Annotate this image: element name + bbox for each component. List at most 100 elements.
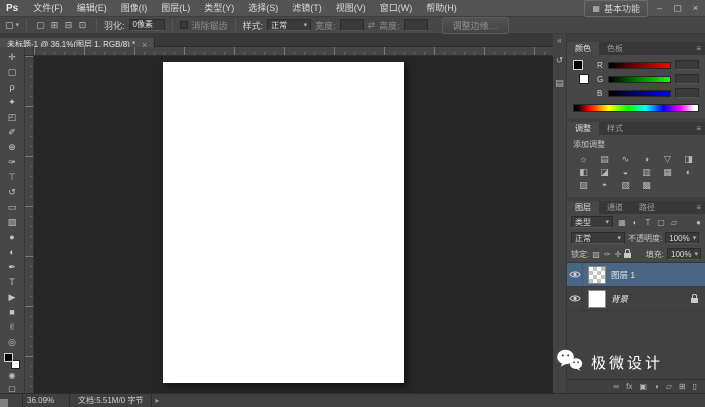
tab-styles[interactable]: 样式 [599, 122, 631, 135]
tab-layers[interactable]: 图层 [567, 201, 599, 214]
menu-item[interactable]: 选择(S) [241, 0, 285, 16]
history-brush-tool[interactable]: ↺ [0, 185, 24, 200]
red-slider[interactable] [608, 61, 671, 69]
height-input[interactable] [403, 19, 428, 31]
panel-menu-icon[interactable]: ≡ [692, 42, 705, 55]
smart-object-filter-icon[interactable]: ▱ [668, 218, 680, 227]
dodge-tool[interactable]: ◐ [0, 245, 24, 260]
menu-item[interactable]: 文件(F) [26, 0, 70, 16]
type-layer-filter-icon[interactable]: T [642, 218, 654, 227]
blend-mode-dropdown[interactable]: 正常 ▾ [571, 232, 625, 244]
resize-grip[interactable] [0, 399, 8, 407]
color-spectrum-ramp[interactable] [573, 104, 699, 112]
foreground-background-swatches[interactable] [4, 353, 20, 369]
workspace-switcher[interactable]: ▦ 基本功能 [584, 0, 648, 17]
clone-stamp-tool[interactable]: ⊤ [0, 170, 24, 185]
foreground-color-swatch[interactable] [4, 353, 13, 362]
color-lookup-adjustment-icon[interactable]: ▦ [657, 166, 678, 179]
menu-item[interactable]: 窗口(W) [373, 0, 420, 16]
brush-tool[interactable]: ✑ [0, 155, 24, 170]
red-value-input[interactable] [675, 60, 699, 70]
layer-thumbnail[interactable] [588, 289, 606, 308]
layer-thumbnail[interactable] [588, 265, 606, 284]
opacity-dropdown[interactable]: 100% ▾ [665, 232, 700, 244]
tool-preset-picker[interactable]: ▢ ▾ [5, 20, 19, 31]
move-tool[interactable]: ✛ [0, 50, 24, 65]
zoom-tool[interactable]: ◎ [0, 335, 24, 350]
horizontal-ruler[interactable] [34, 47, 553, 56]
visibility-eye-icon[interactable] [567, 287, 583, 310]
add-layer-mask-button[interactable]: ▣ [639, 380, 647, 393]
lock-transparency-icon[interactable]: ▨ [592, 250, 600, 259]
new-group-button[interactable]: ▱ [666, 380, 672, 393]
blur-tool[interactable]: ● [0, 230, 24, 245]
gradient-map-adjustment-icon[interactable]: ▧ [615, 179, 636, 192]
crop-tool[interactable]: ◰ [0, 110, 24, 125]
restore-button[interactable]: ▢ [671, 1, 684, 16]
invert-adjustment-icon[interactable]: ◐ [678, 166, 699, 179]
style-dropdown[interactable]: 正常 ▾ [267, 19, 312, 31]
expand-dock-icon[interactable]: « [557, 37, 561, 45]
rectangle-tool[interactable]: ■ [0, 305, 24, 320]
posterize-adjustment-icon[interactable]: ▨ [573, 179, 594, 192]
swap-dimensions-icon[interactable]: ⇄ [368, 20, 376, 31]
tab-color[interactable]: 颜色 [567, 42, 599, 55]
properties-panel-button[interactable]: ▤ [555, 78, 564, 89]
tab-adjustments[interactable]: 调整 [567, 122, 599, 135]
menu-item[interactable]: 图层(L) [154, 0, 197, 16]
intersect-selection-mode-icon[interactable]: ⊡ [76, 19, 89, 32]
pen-tool[interactable]: ✒ [0, 260, 24, 275]
blue-slider[interactable] [608, 89, 671, 97]
brightness-contrast-adjustment-icon[interactable]: ☼ [573, 153, 594, 166]
eyedropper-tool[interactable]: ✐ [0, 125, 24, 140]
photo-filter-adjustment-icon[interactable]: ◒ [615, 166, 636, 179]
menu-item[interactable]: 图像(I) [114, 0, 155, 16]
background-color-swatch[interactable] [579, 74, 589, 84]
horizontal-type-tool[interactable]: T [0, 275, 24, 290]
curves-adjustment-icon[interactable]: ∿ [615, 153, 636, 166]
delete-layer-button[interactable]: ▯ [693, 380, 697, 393]
green-slider[interactable] [608, 75, 671, 83]
shape-layer-filter-icon[interactable]: ▢ [655, 218, 667, 227]
tab-paths[interactable]: 路径 [631, 201, 663, 214]
vertical-ruler[interactable] [25, 56, 34, 393]
layer-filter-dropdown[interactable]: 类型 ▾ [571, 216, 613, 228]
feather-input[interactable]: 0像素 [128, 19, 165, 31]
menu-item[interactable]: 帮助(H) [419, 0, 464, 16]
close-button[interactable]: × [689, 1, 702, 16]
status-expand-icon[interactable]: ▸ [152, 396, 159, 405]
new-layer-button[interactable]: ⊞ [679, 380, 686, 393]
menu-item[interactable]: 类型(Y) [197, 0, 241, 16]
lock-all-icon[interactable] [624, 249, 632, 258]
rectangular-marquee-tool[interactable]: ▢ [0, 65, 24, 80]
filter-toggle-icon[interactable]: ● [696, 218, 701, 227]
path-selection-tool[interactable]: ▶ [0, 290, 24, 305]
layer-effects-button[interactable]: fx [626, 380, 632, 393]
canvas-background[interactable] [34, 56, 553, 393]
tab-swatches[interactable]: 色板 [599, 42, 631, 55]
new-adjustment-layer-button[interactable]: ◑ [654, 380, 659, 393]
hue-saturation-adjustment-icon[interactable]: ◨ [678, 153, 699, 166]
lock-pixels-icon[interactable]: ✑ [604, 250, 611, 259]
visibility-eye-icon[interactable] [567, 263, 583, 286]
antialias-checkbox[interactable] [179, 21, 188, 29]
lasso-tool[interactable]: ρ [0, 80, 24, 95]
new-selection-mode-icon[interactable]: ▢ [34, 19, 47, 32]
minimize-button[interactable]: – [653, 1, 666, 16]
history-panel-button[interactable]: ↺ [556, 55, 564, 66]
vibrance-adjustment-icon[interactable]: ▽ [657, 153, 678, 166]
eraser-tool[interactable]: ▭ [0, 200, 24, 215]
threshold-adjustment-icon[interactable]: ◓ [594, 179, 615, 192]
foreground-color-swatch[interactable] [573, 60, 583, 70]
color-balance-adjustment-icon[interactable]: ◧ [573, 166, 594, 179]
layer-row-background[interactable]: 背景 [567, 287, 705, 311]
panel-menu-icon[interactable]: ≡ [692, 122, 705, 135]
hand-tool[interactable]: ✌ [0, 320, 24, 335]
adjustment-layer-filter-icon[interactable]: ◐ [629, 218, 641, 227]
width-input[interactable] [339, 19, 364, 31]
link-layers-button[interactable]: ∞ [613, 380, 619, 393]
spot-healing-brush-tool[interactable]: ⊕ [0, 140, 24, 155]
green-value-input[interactable] [675, 74, 699, 84]
panel-menu-icon[interactable]: ≡ [692, 201, 705, 214]
menu-item[interactable]: 编辑(E) [70, 0, 114, 16]
